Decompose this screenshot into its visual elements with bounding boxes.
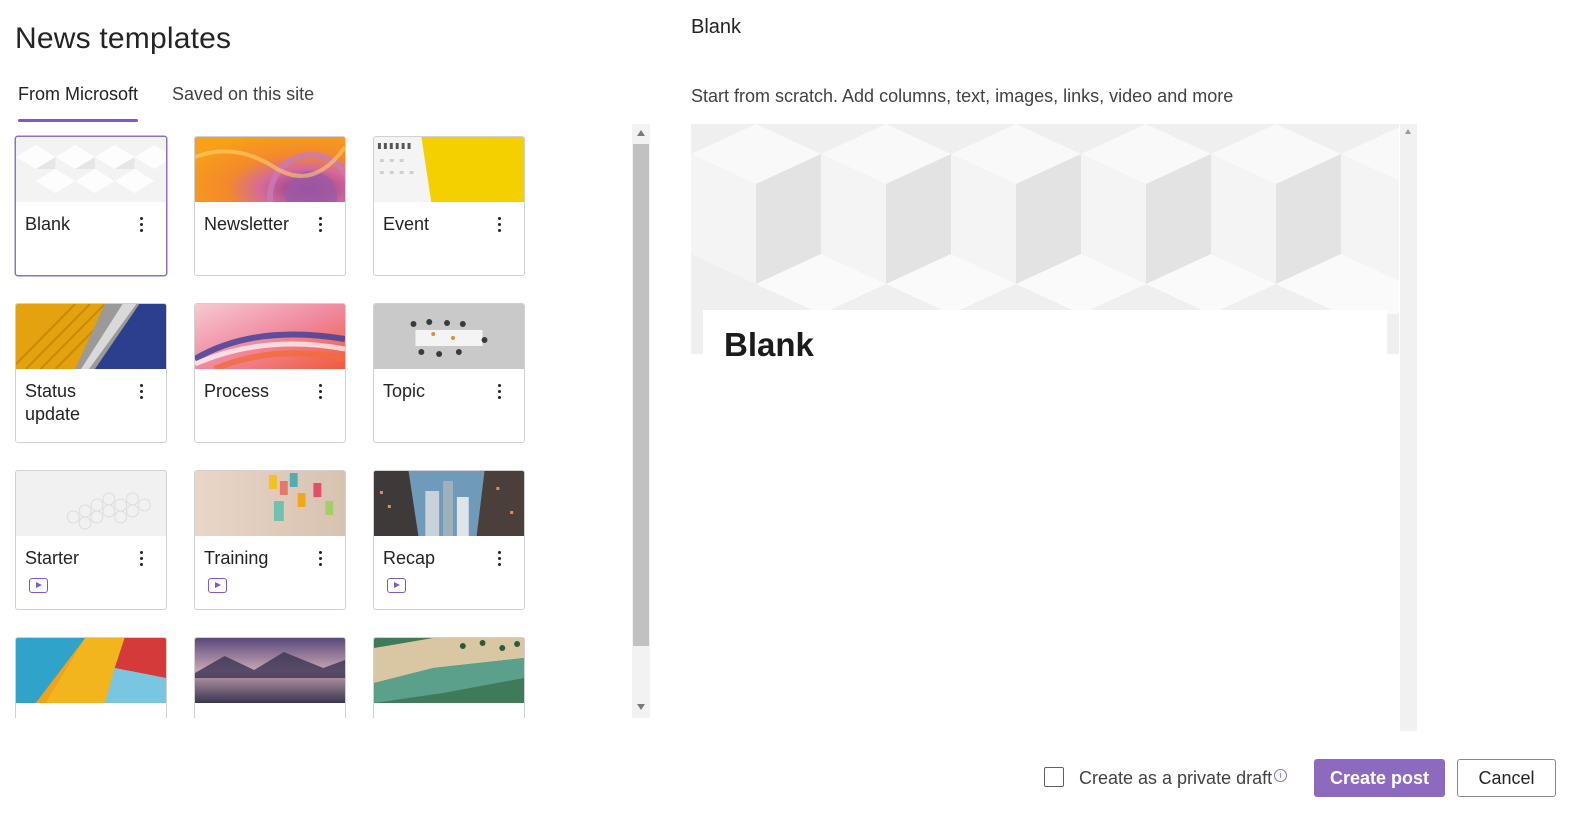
video-icon xyxy=(208,578,227,593)
recap-thumbnail xyxy=(374,471,524,536)
template-list-scrollbar[interactable] xyxy=(632,124,650,718)
more-options-icon[interactable] xyxy=(313,213,327,235)
more-options-icon[interactable] xyxy=(313,547,327,569)
preview-scrollbar[interactable] xyxy=(1400,124,1417,731)
info-icon[interactable]: i xyxy=(1274,769,1287,782)
template-label: Process xyxy=(204,381,270,401)
scroll-up-arrow-icon[interactable] xyxy=(1405,129,1411,134)
create-post-button[interactable]: Create post xyxy=(1314,759,1445,797)
scroll-down-arrow-icon[interactable] xyxy=(637,704,645,710)
blank-thumbnail xyxy=(16,137,166,202)
event-thumbnail xyxy=(374,137,524,202)
template-label: Status update xyxy=(25,381,81,424)
active-tab-indicator xyxy=(18,119,138,122)
template-label: Recap xyxy=(383,548,436,568)
more-options-icon[interactable] xyxy=(134,380,148,402)
more-options-icon[interactable] xyxy=(134,714,148,718)
template-card[interactable] xyxy=(194,637,346,718)
template-card-process[interactable]: Process xyxy=(194,303,346,443)
template-card[interactable] xyxy=(15,637,167,718)
template-thumbnail xyxy=(16,638,166,703)
tab-saved-on-this-site[interactable]: Saved on this site xyxy=(172,84,314,105)
more-options-icon[interactable] xyxy=(492,714,506,718)
template-label: Training xyxy=(204,548,269,568)
template-label: Blank xyxy=(25,214,71,234)
more-options-icon[interactable] xyxy=(134,213,148,235)
page-title: News templates xyxy=(15,22,232,55)
template-label: Starter xyxy=(25,548,80,568)
topic-thumbnail xyxy=(374,304,524,369)
cancel-button[interactable]: Cancel xyxy=(1457,759,1556,797)
video-icon xyxy=(387,578,406,593)
template-card-training[interactable]: Training xyxy=(194,470,346,610)
video-icon xyxy=(29,578,48,593)
more-options-icon[interactable] xyxy=(492,213,506,235)
preview-description: Start from scratch. Add columns, text, i… xyxy=(691,86,1234,106)
template-label: Event xyxy=(383,214,430,234)
process-thumbnail xyxy=(195,304,345,369)
template-card-recap[interactable]: Recap xyxy=(373,470,525,610)
template-label: Topic xyxy=(383,381,426,401)
starter-thumbnail xyxy=(16,471,166,536)
template-card-newsletter[interactable]: Newsletter xyxy=(194,136,346,276)
template-card[interactable] xyxy=(373,637,525,718)
training-thumbnail xyxy=(195,471,345,536)
preview-page-heading: Blank xyxy=(724,326,814,363)
template-preview: Blank xyxy=(691,124,1417,731)
preview-page-body: Blank xyxy=(703,310,1387,731)
tab-from-microsoft[interactable]: From Microsoft xyxy=(18,84,138,105)
template-card-event[interactable]: Event xyxy=(373,136,525,276)
template-grid: Blank Newsletter Event Status update Pro… xyxy=(0,124,620,718)
private-draft-label: Create as a private draft xyxy=(1079,768,1273,788)
more-options-icon[interactable] xyxy=(313,714,327,718)
template-card-topic[interactable]: Topic xyxy=(373,303,525,443)
status-update-thumbnail xyxy=(16,304,166,369)
template-label: Newsletter xyxy=(204,214,290,234)
preview-title: Blank xyxy=(691,16,742,38)
scroll-up-arrow-icon[interactable] xyxy=(637,130,645,136)
template-card-starter[interactable]: Starter xyxy=(15,470,167,610)
more-options-icon[interactable] xyxy=(313,380,327,402)
private-draft-checkbox[interactable] xyxy=(1044,767,1064,787)
template-thumbnail xyxy=(195,638,345,703)
more-options-icon[interactable] xyxy=(492,380,506,402)
template-card-blank[interactable]: Blank xyxy=(15,136,167,276)
more-options-icon[interactable] xyxy=(492,547,506,569)
template-thumbnail xyxy=(374,638,524,703)
template-card-status-update[interactable]: Status update xyxy=(15,303,167,443)
more-options-icon[interactable] xyxy=(134,547,148,569)
newsletter-thumbnail xyxy=(195,137,345,202)
scrollbar-thumb[interactable] xyxy=(633,144,649,646)
